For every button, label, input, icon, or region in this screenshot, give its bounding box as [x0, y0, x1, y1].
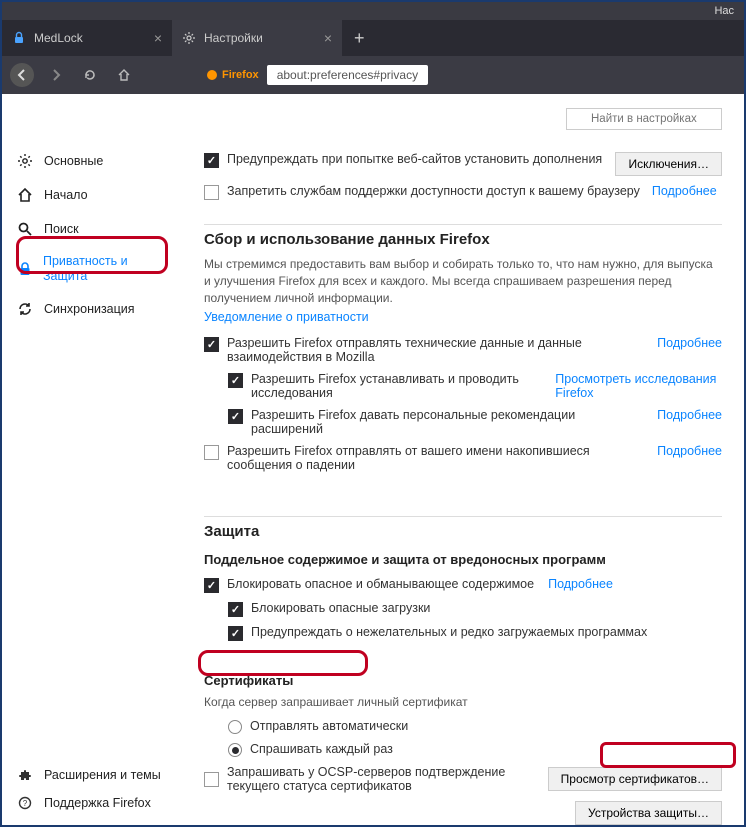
gear-icon	[182, 31, 196, 45]
security-devices-button[interactable]: Устройства защиты…	[575, 801, 722, 825]
subheading-deceptive: Поддельное содержимое и защита от вредон…	[204, 552, 722, 567]
label-cert-auto: Отправлять автоматически	[250, 719, 408, 733]
preferences-content: Предупреждать при попытке веб-сайтов уст…	[182, 94, 744, 825]
tab-label: Настройки	[204, 31, 263, 45]
reload-button[interactable]	[78, 63, 102, 87]
label-block-a11y: Запретить службам поддержки доступности …	[227, 184, 640, 198]
svg-text:?: ?	[23, 799, 28, 808]
puzzle-icon	[16, 766, 34, 784]
link-more-a11y[interactable]: Подробнее	[652, 184, 717, 198]
checkbox-tech-data[interactable]	[204, 337, 219, 352]
sidebar-item-sync[interactable]: Синхронизация	[2, 292, 182, 326]
url-text: about:preferences#privacy	[267, 65, 428, 85]
heading-data-collection: Сбор и использование данных Firefox	[204, 231, 722, 248]
home-button[interactable]	[112, 63, 136, 87]
gear-icon	[16, 152, 34, 170]
sidebar-item-extensions[interactable]: Расширения и темы	[16, 761, 161, 789]
search-icon	[16, 220, 34, 238]
checkbox-studies[interactable]	[228, 373, 243, 388]
checkbox-crash[interactable]	[204, 445, 219, 460]
radio-cert-ask[interactable]	[228, 743, 242, 757]
link-privacy-notice[interactable]: Уведомление о приватности	[204, 310, 369, 324]
link-more-tech[interactable]: Подробнее	[657, 336, 722, 350]
checkbox-block-dl[interactable]	[228, 602, 243, 617]
new-tab-button[interactable]: +	[342, 20, 377, 56]
sidebar-item-home[interactable]: Начало	[2, 178, 182, 212]
nav-toolbar: Firefox about:preferences#privacy	[2, 56, 744, 94]
sidebar-item-search[interactable]: Поиск	[2, 212, 182, 246]
preferences-sidebar: Основные Начало Поиск Приватность и Защи…	[2, 94, 182, 825]
sidebar-item-privacy[interactable]: Приватность и Защита	[2, 246, 182, 292]
label-ocsp: Запрашивать у OCSP-серверов подтверждени…	[227, 765, 540, 793]
desc-data-collection: Мы стремимся предоставить вам выбор и со…	[204, 256, 722, 306]
checkbox-warn-sw[interactable]	[228, 626, 243, 641]
label-warn-addons: Предупреждать при попытке веб-сайтов уст…	[227, 152, 602, 166]
firefox-brand-icon: Firefox	[206, 69, 259, 81]
link-more-danger[interactable]: Подробнее	[548, 577, 613, 591]
back-button[interactable]	[10, 63, 34, 87]
checkbox-warn-addons[interactable]	[204, 153, 219, 168]
tab-medlock[interactable]: MedLock ×	[2, 20, 172, 56]
sync-icon	[16, 300, 34, 318]
checkbox-recs[interactable]	[228, 409, 243, 424]
tab-label: MedLock	[34, 31, 83, 45]
label-tech-data: Разрешить Firefox отправлять технические…	[227, 336, 643, 364]
desc-certs: Когда сервер запрашивает личный сертифик…	[204, 694, 722, 711]
label-warn-sw: Предупреждать о нежелательных и редко за…	[251, 625, 647, 639]
label-cert-ask: Спрашивать каждый раз	[250, 742, 393, 756]
close-icon[interactable]: ×	[324, 30, 332, 46]
sidebar-item-support[interactable]: ? Поддержка Firefox	[16, 789, 161, 817]
radio-cert-auto[interactable]	[228, 720, 242, 734]
label-block-dl: Блокировать опасные загрузки	[251, 601, 430, 615]
home-icon	[16, 186, 34, 204]
link-view-studies[interactable]: Просмотреть исследования Firefox	[555, 372, 722, 400]
checkbox-ocsp[interactable]	[204, 772, 219, 787]
question-icon: ?	[16, 794, 34, 812]
label-block-danger: Блокировать опасное и обманывающее содер…	[227, 577, 534, 591]
tab-strip: MedLock × Настройки × +	[2, 20, 744, 56]
label-studies: Разрешить Firefox устанавливать и провод…	[251, 372, 541, 400]
checkbox-block-a11y[interactable]	[204, 185, 219, 200]
link-more-crash[interactable]: Подробнее	[657, 444, 722, 458]
sidebar-footer: Расширения и темы ? Поддержка Firefox	[16, 761, 161, 817]
sidebar-item-general[interactable]: Основные	[2, 144, 182, 178]
tab-settings[interactable]: Настройки ×	[172, 20, 342, 56]
heading-certificates: Сертификаты	[204, 673, 722, 688]
link-more-recs[interactable]: Подробнее	[657, 408, 722, 422]
view-certificates-button[interactable]: Просмотр сертификатов…	[548, 767, 722, 791]
search-input[interactable]	[566, 108, 722, 130]
heading-security: Защита	[204, 523, 722, 540]
checkbox-block-danger[interactable]	[204, 578, 219, 593]
window-titlebar: Нас	[2, 2, 744, 20]
close-icon[interactable]: ×	[154, 30, 162, 46]
lock-icon	[16, 260, 33, 278]
address-bar[interactable]: Firefox about:preferences#privacy	[206, 65, 428, 85]
lock-icon	[12, 31, 26, 45]
label-recs: Разрешить Firefox давать персональные ре…	[251, 408, 643, 436]
exceptions-button[interactable]: Исключения…	[615, 152, 722, 176]
forward-button[interactable]	[44, 63, 68, 87]
label-crash: Разрешить Firefox отправлять от вашего и…	[227, 444, 649, 472]
